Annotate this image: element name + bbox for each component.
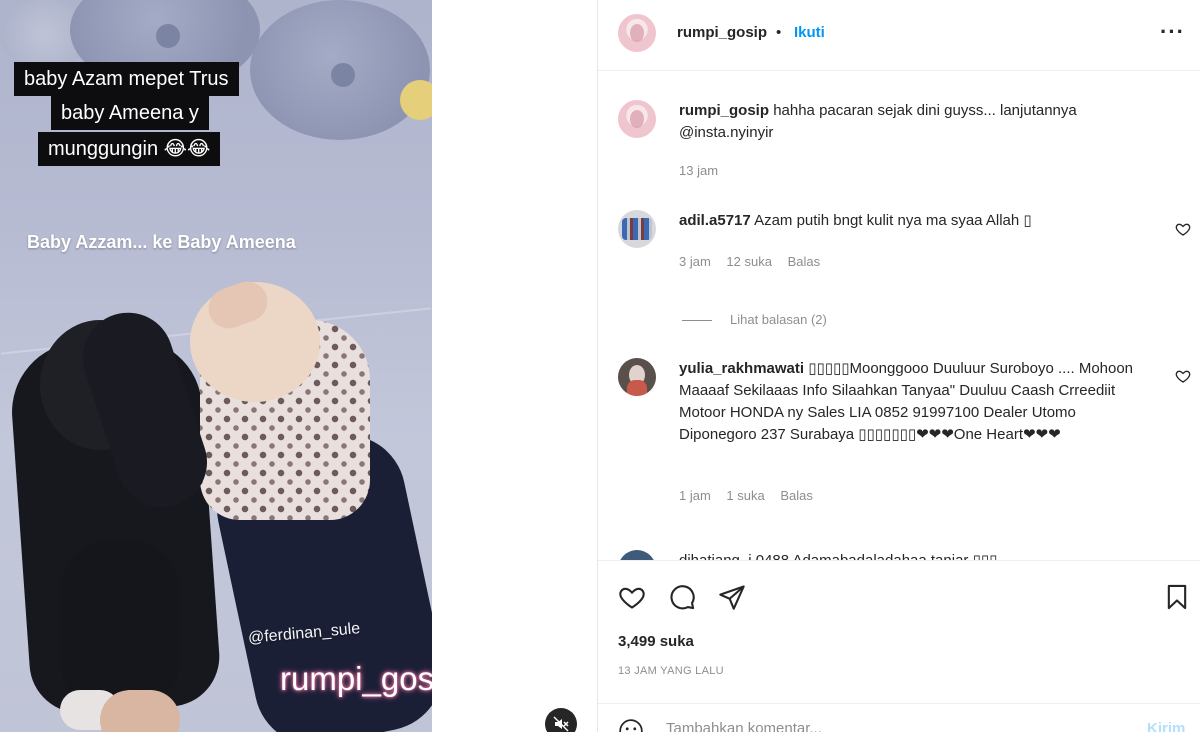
like-comment-heart-icon[interactable] [1175, 368, 1191, 384]
video-watermark: rumpi_gosip [280, 660, 432, 697]
reply-button[interactable]: Balas [780, 488, 813, 503]
share-paper-plane-icon[interactable] [718, 583, 746, 611]
post-media-video[interactable]: baby Azam mepet Trus baby Ameena y mungg… [0, 0, 432, 732]
author-username[interactable]: rumpi_gosip [677, 24, 767, 41]
baby-figure-leg [60, 540, 180, 710]
video-subtitle: Baby Azzam... ke Baby Ameena [27, 232, 296, 252]
more-options-icon[interactable]: ··· [1160, 21, 1185, 43]
comment-time: 3 jam [679, 254, 711, 269]
avatar[interactable] [618, 550, 656, 560]
like-heart-icon[interactable] [618, 583, 646, 611]
post-caption: rumpi_gosip hahha pacaran sejak dini guy… [679, 100, 1159, 144]
reply-button[interactable]: Balas [788, 254, 821, 269]
emoji-icon[interactable] [618, 718, 644, 732]
divider [682, 320, 712, 322]
media-letterbox [432, 0, 597, 732]
comment-text-partial: dihatiang_i 0488 Adamabadaladahaa tanjar… [679, 550, 1099, 560]
avatar[interactable] [618, 358, 656, 396]
video-caption-overlay: baby Azam mepet Trus baby Ameena y mungg… [14, 62, 282, 176]
avatar[interactable] [618, 100, 656, 138]
video-caption-line: baby Ameena y [51, 96, 209, 130]
post-detail-panel: rumpi_gosip • Ikuti ··· rumpi_gosip hahh… [597, 0, 1200, 732]
comment-meta: 1 jam 1 suka Balas [679, 488, 825, 503]
separator-dot: • [776, 24, 782, 41]
avatar[interactable] [618, 14, 656, 52]
comment-text: yulia_rakhmawati ▯▯▯▯▯Moonggooo Duuluur … [679, 360, 1134, 443]
caption-username[interactable]: rumpi_gosip [679, 102, 769, 119]
mute-button[interactable] [545, 708, 577, 732]
hand [100, 690, 180, 732]
view-replies-button[interactable]: Lihat balasan (2) [682, 312, 827, 327]
caption-time: 13 jam [679, 163, 719, 178]
toy-decoration [400, 80, 432, 120]
avatar[interactable] [618, 210, 656, 248]
follow-button[interactable]: Ikuti [794, 24, 825, 41]
post-header: rumpi_gosip • Ikuti ··· [598, 0, 1200, 71]
comment-bubble-icon[interactable] [668, 583, 696, 611]
likes-count[interactable]: 3,499 suka [618, 633, 694, 650]
save-bookmark-icon[interactable] [1163, 583, 1191, 611]
comment-time: 1 jam [679, 488, 711, 503]
post-time: 13 JAM YANG LALU [618, 665, 724, 677]
comment-text: adil.a5717 Azam putih bngt kulit nya ma … [679, 212, 1032, 229]
video-caption-line: baby Azam mepet Trus [14, 62, 239, 96]
comment-input[interactable] [666, 720, 1126, 732]
post-actions: 3,499 suka 13 JAM YANG LALU Kirim [598, 560, 1200, 732]
video-caption-line: munggungin 😂😂 [38, 132, 221, 166]
comment-username[interactable]: yulia_rakhmawati [679, 360, 804, 377]
comment-likes[interactable]: 12 suka [726, 254, 772, 269]
comment-meta: 3 jam 12 suka Balas [679, 254, 832, 269]
comment-username[interactable]: adil.a5717 [679, 212, 751, 229]
add-comment-row: Kirim [598, 703, 1200, 732]
comment-likes[interactable]: 1 suka [726, 488, 764, 503]
comments-list[interactable]: rumpi_gosip hahha pacaran sejak dini guy… [598, 72, 1200, 560]
post-comment-button[interactable]: Kirim [1147, 720, 1185, 732]
speaker-muted-icon [553, 716, 569, 732]
like-comment-heart-icon[interactable] [1175, 221, 1191, 237]
